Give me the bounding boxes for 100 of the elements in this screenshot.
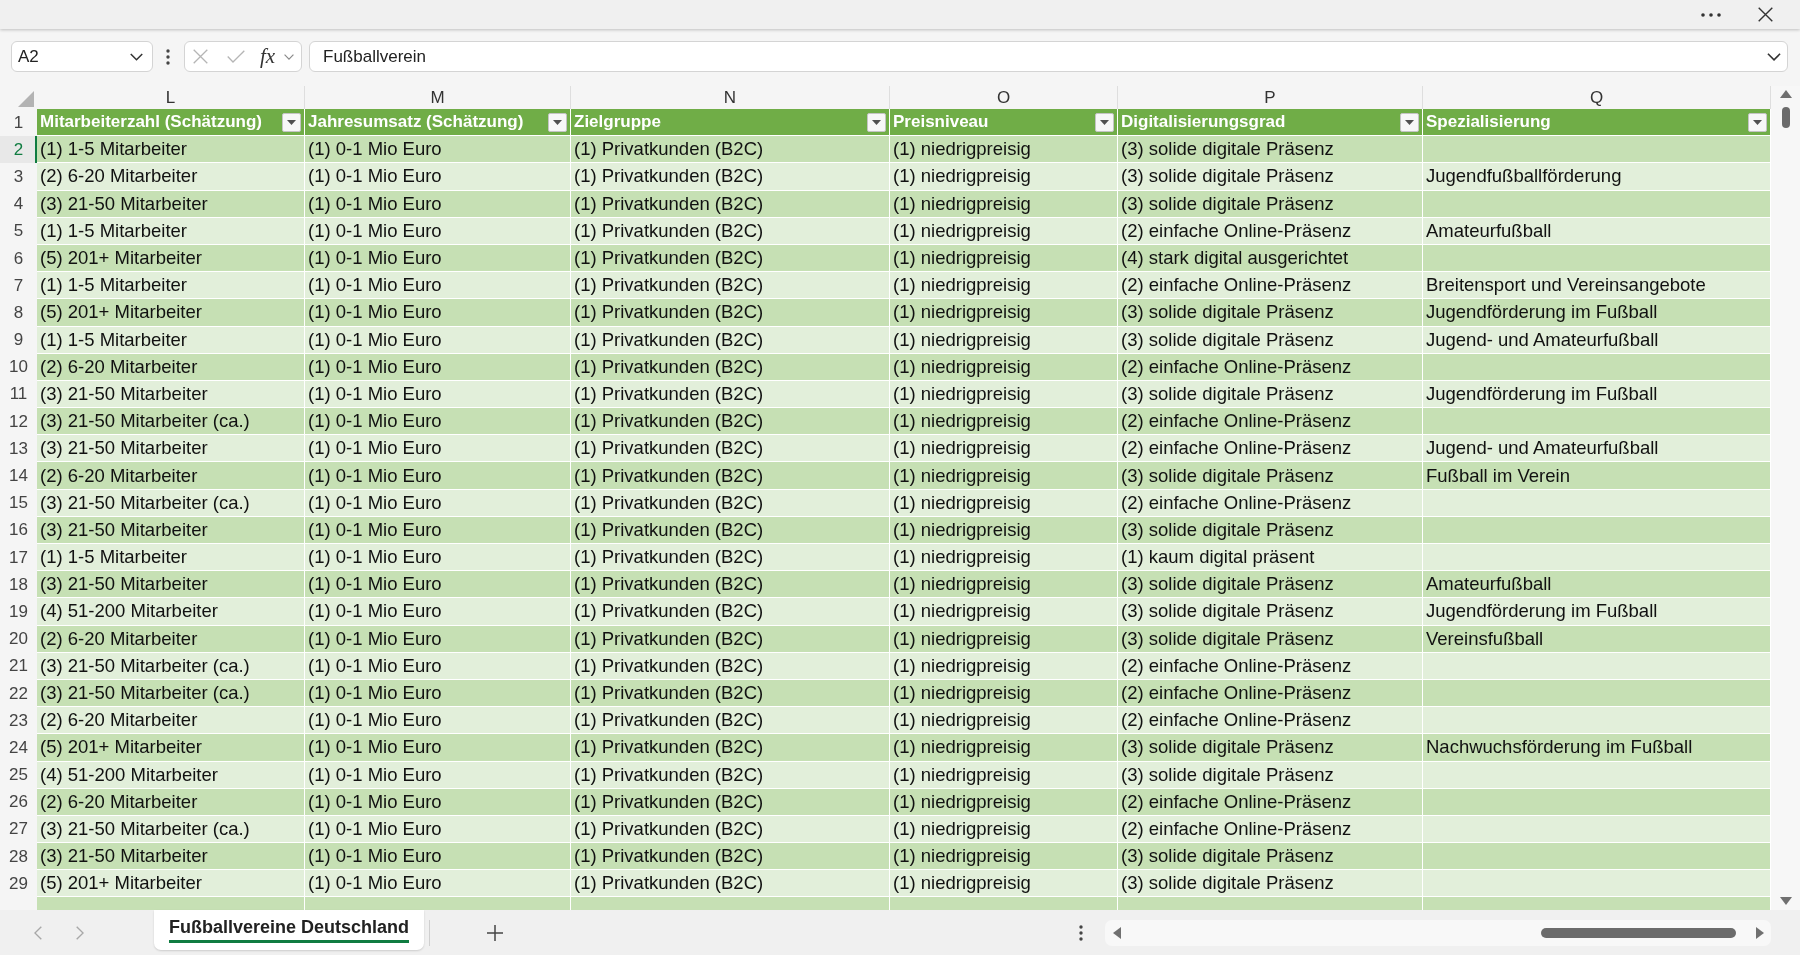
scrollbar-thumb[interactable] (1541, 927, 1736, 938)
scrollbar-thumb[interactable] (1781, 107, 1790, 128)
triangle-left-icon[interactable] (1113, 926, 1121, 939)
table-cell: (1) Privatkunden (B2C) (571, 136, 890, 164)
table-cell: (1) 0-1 Mio Euro (305, 788, 571, 816)
table-cell: (1) Privatkunden (B2C) (571, 544, 890, 572)
filter-button[interactable] (548, 112, 567, 132)
table-cell: (1) 0-1 Mio Euro (305, 217, 571, 245)
triangle-right-icon[interactable] (1756, 926, 1764, 939)
table-cell: (3) 21-50 Mitarbeiter (37, 843, 305, 871)
table-cell: Jugendförderung im Fußball (1423, 380, 1771, 409)
vertical-dots-icon[interactable] (1079, 924, 1083, 941)
caret-down-icon (1405, 119, 1414, 125)
table-cell: (1) niedrigpreisig (890, 435, 1118, 463)
column-title: Jahresumsatz (Schätzung) (308, 112, 524, 133)
table-cell: (1) Privatkunden (B2C) (571, 326, 890, 354)
table-cell: (1) Privatkunden (B2C) (571, 571, 890, 599)
table-cell: (1) Privatkunden (B2C) (571, 244, 890, 273)
table-cell: (1) 0-1 Mio Euro (305, 815, 571, 844)
name-box[interactable]: A2 (11, 41, 153, 72)
table-cell: (1) 0-1 Mio Euro (305, 571, 571, 599)
table-cell: (1) Privatkunden (B2C) (571, 353, 890, 381)
chevron-down-icon[interactable] (130, 52, 143, 61)
table-cell: (1) 0-1 Mio Euro (305, 380, 571, 409)
table-cell: (1) niedrigpreisig (890, 217, 1118, 245)
table-cell: (1) niedrigpreisig (890, 707, 1118, 735)
table-cell: (1) 0-1 Mio Euro (305, 516, 571, 544)
table-cell: (1) 0-1 Mio Euro (305, 299, 571, 327)
check-icon[interactable] (227, 50, 245, 63)
table-cell: (3) solide digitale Präsenz (1118, 625, 1423, 653)
column-title: Mitarbeiterzahl (Schätzung) (40, 112, 262, 133)
table-cell: (1) Privatkunden (B2C) (571, 489, 890, 517)
table-cell: (1) 0-1 Mio Euro (305, 707, 571, 735)
filter-button[interactable] (1400, 112, 1419, 132)
horizontal-scrollbar[interactable] (1105, 919, 1771, 946)
table-cell: Jugendförderung im Fußball (1423, 598, 1771, 626)
table-cell: (1) 0-1 Mio Euro (305, 435, 571, 463)
table-cell: (1) 0-1 Mio Euro (305, 544, 571, 572)
triangle-up-icon[interactable] (1779, 90, 1792, 98)
insert-function-button[interactable]: fx (260, 46, 276, 67)
row-header[interactable]: 2 (0, 136, 37, 164)
table-cell: (1) niedrigpreisig (890, 516, 1118, 544)
chevron-down-icon[interactable] (1767, 52, 1781, 61)
table-cell: (2) einfache Online-Präsenz (1118, 652, 1423, 680)
table-cell: (1) Privatkunden (B2C) (571, 815, 890, 844)
table-cell: (2) 6-20 Mitarbeiter (37, 707, 305, 735)
caret-down-icon (872, 119, 881, 125)
table-cell: (1) Privatkunden (B2C) (571, 516, 890, 544)
table-cell: (1) 1-5 Mitarbeiter (37, 326, 305, 354)
table-cell: (1) niedrigpreisig (890, 843, 1118, 871)
column-title: Preisniveau (893, 112, 989, 133)
formula-input[interactable]: Fußballverein (309, 41, 1788, 72)
triangle-down-icon[interactable] (1779, 897, 1792, 905)
table-cell: (2) 6-20 Mitarbeiter (37, 163, 305, 191)
table-cell: (1) 0-1 Mio Euro (305, 598, 571, 626)
table-cell: (1) niedrigpreisig (890, 190, 1118, 218)
plus-icon[interactable] (487, 924, 503, 941)
table-cell: (1) niedrigpreisig (890, 598, 1118, 626)
table-cell: (3) solide digitale Präsenz (1118, 462, 1423, 490)
table-cell: (1) niedrigpreisig (890, 734, 1118, 762)
table-cell: (2) einfache Online-Präsenz (1118, 489, 1423, 517)
table-cell: (1) 0-1 Mio Euro (305, 408, 571, 436)
table-cell: (1) niedrigpreisig (890, 272, 1118, 300)
table-cell: (3) 21-50 Mitarbeiter (ca.) (37, 408, 305, 436)
filter-button[interactable] (1095, 112, 1114, 132)
table-cell: (1) niedrigpreisig (890, 299, 1118, 327)
table-cell: (2) einfache Online-Präsenz (1118, 272, 1423, 300)
table-cell: (1) Privatkunden (B2C) (571, 217, 890, 245)
more-icon[interactable] (1701, 12, 1721, 17)
table-cell: (3) solide digitale Präsenz (1118, 598, 1423, 626)
table-cell: (1) Privatkunden (B2C) (571, 163, 890, 191)
table-cell: (1) Privatkunden (B2C) (571, 190, 890, 218)
table-cell: (1) Privatkunden (B2C) (571, 272, 890, 300)
table-cell: (3) solide digitale Präsenz (1118, 571, 1423, 599)
table-cell: (1) 0-1 Mio Euro (305, 734, 571, 762)
table-cell: (1) 0-1 Mio Euro (305, 843, 571, 871)
table-cell: (3) 21-50 Mitarbeiter (ca.) (37, 815, 305, 844)
table-cell: (5) 201+ Mitarbeiter (37, 244, 305, 273)
table-cell: (2) einfache Online-Präsenz (1118, 408, 1423, 436)
table-cell: Vereinsfußball (1423, 625, 1771, 653)
close-icon[interactable] (1758, 7, 1773, 22)
table-cell: (1) Privatkunden (B2C) (571, 462, 890, 490)
caret-down-icon (1100, 119, 1109, 125)
table-cell: (5) 201+ Mitarbeiter (37, 870, 305, 898)
table-cell: (1) 1-5 Mitarbeiter (37, 217, 305, 245)
table-cell: (3) 21-50 Mitarbeiter (ca.) (37, 489, 305, 517)
table-cell: (1) 0-1 Mio Euro (305, 462, 571, 490)
filter-button[interactable] (867, 112, 886, 132)
sheet-tab[interactable]: Fußballvereine Deutschland (154, 910, 424, 950)
table-cell: (1) 1-5 Mitarbeiter (37, 136, 305, 164)
table-cell: Jugend- und Amateurfußball (1423, 326, 1771, 354)
filter-button[interactable] (1748, 112, 1767, 132)
table-cell: (5) 201+ Mitarbeiter (37, 734, 305, 762)
table-cell: (2) einfache Online-Präsenz (1118, 788, 1423, 816)
table-cell: (2) einfache Online-Präsenz (1118, 707, 1423, 735)
vertical-dots-icon[interactable] (166, 48, 170, 65)
table-cell: (1) niedrigpreisig (890, 326, 1118, 354)
filter-button[interactable] (282, 112, 301, 132)
table-cell: (1) Privatkunden (B2C) (571, 843, 890, 871)
table-cell: (1) niedrigpreisig (890, 163, 1118, 191)
